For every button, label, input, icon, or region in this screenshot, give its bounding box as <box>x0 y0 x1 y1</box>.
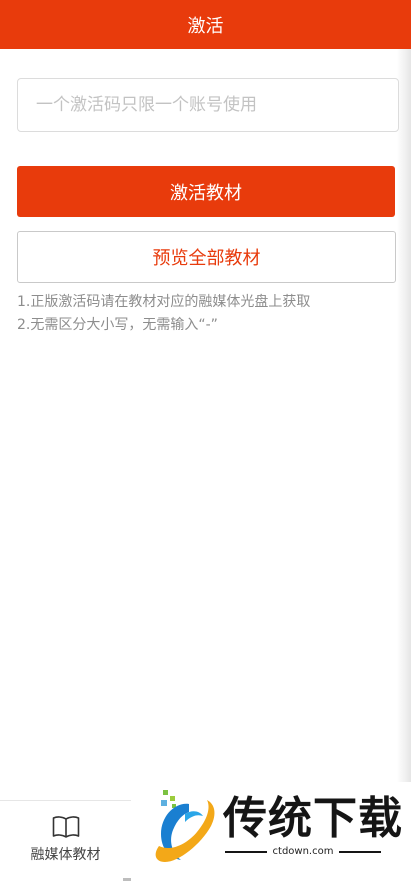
watermark-logo-icon <box>155 790 215 862</box>
note-line: 1.正版激活码请在教材对应的融媒体光盘上获取 <box>17 294 311 310</box>
watermark-domain-row: ctdown.com <box>225 846 381 857</box>
watermark-domain: ctdown.com <box>272 846 334 857</box>
activation-notes: 1.正版激活码请在教材对应的融媒体光盘上获取 2.无需区分大小写，无需输入“-” <box>17 291 397 337</box>
activation-code-input[interactable] <box>17 78 399 132</box>
activate-button[interactable]: 激活教材 <box>17 166 395 217</box>
note-line: 2.无需区分大小写，无需输入“-” <box>17 317 218 333</box>
tab-label: 融媒体教材 <box>30 847 101 863</box>
side-panel-shadow <box>397 49 411 883</box>
watermark-name: 传统下载 <box>223 793 403 844</box>
watermark: 传统下载 ctdown.com <box>131 782 411 883</box>
tab-media-textbooks[interactable]: 融媒体教材 <box>0 800 131 883</box>
page-title: 激活 <box>187 15 224 37</box>
preview-all-button[interactable]: 预览全部教材 <box>17 231 396 283</box>
scroll-indicator <box>123 878 131 881</box>
book-icon <box>52 815 80 839</box>
app-bar: 激活 <box>0 0 411 49</box>
